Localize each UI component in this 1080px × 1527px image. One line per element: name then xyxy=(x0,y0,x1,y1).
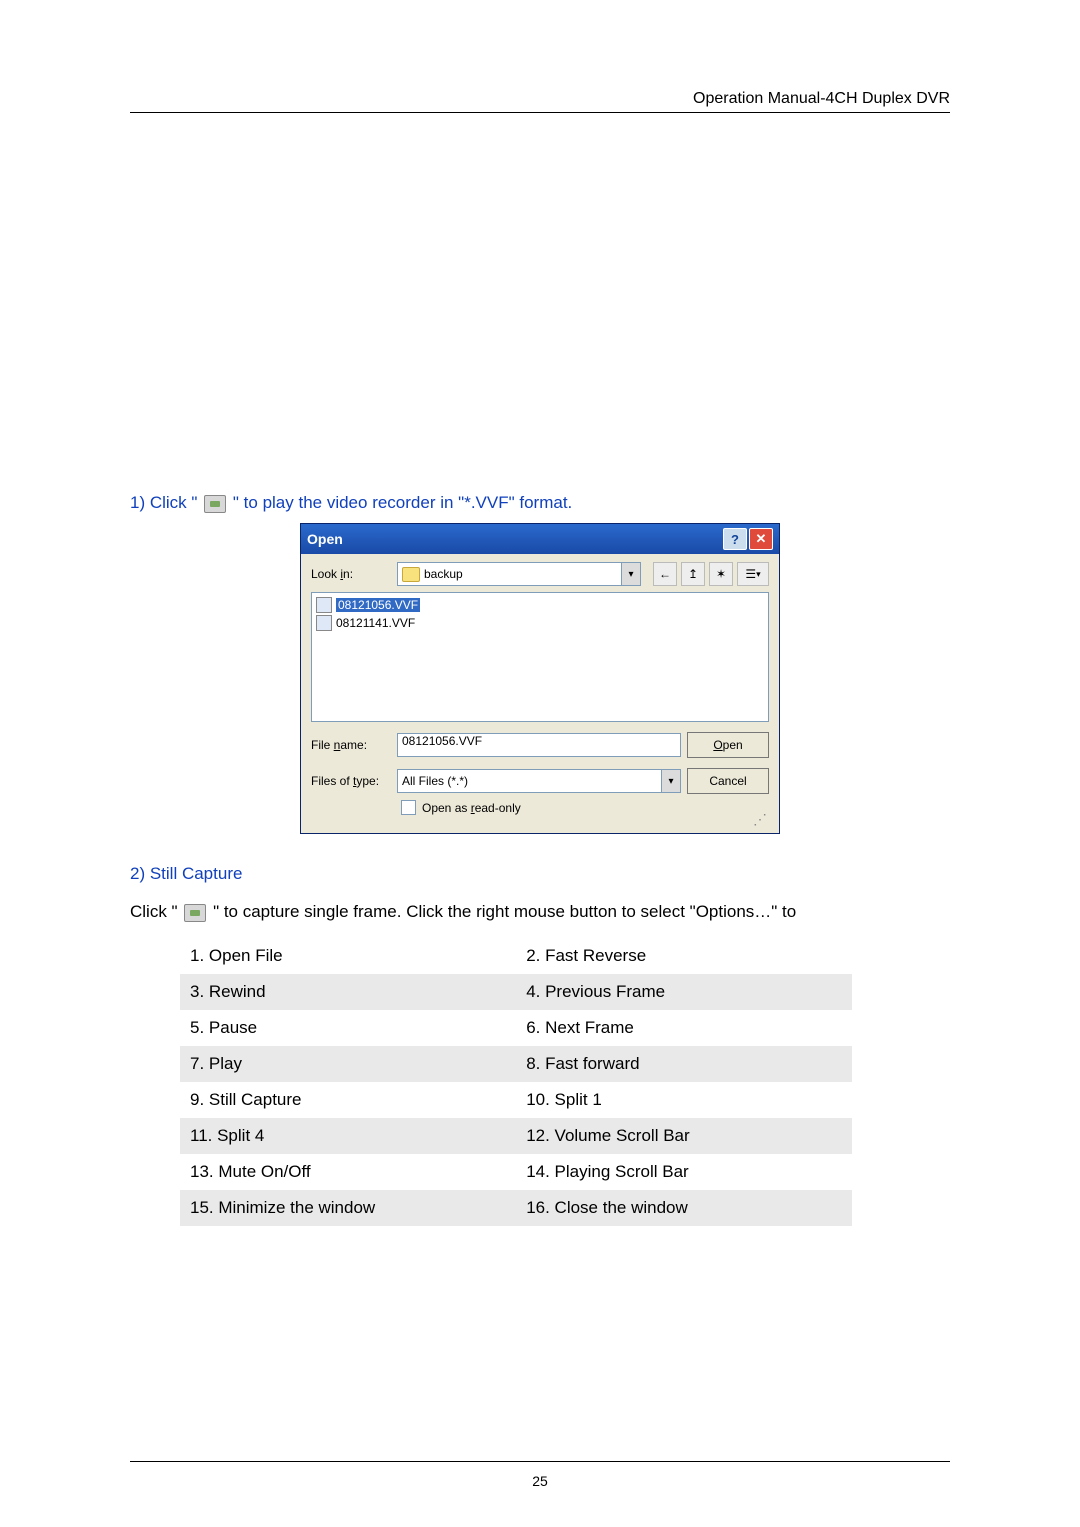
file-icon xyxy=(316,615,332,631)
step1-suffix: " to play the video recorder in "*.VVF" … xyxy=(233,493,572,512)
read-only-label: Open as read-only xyxy=(422,801,521,815)
new-folder-button[interactable]: ✶ xyxy=(709,562,733,586)
feature-table: 1. Open File 2. Fast Reverse 3. Rewind 4… xyxy=(180,938,852,1226)
step1-text: 1) Click " " to play the video recorder … xyxy=(130,493,950,513)
file-item[interactable]: 08121056.VVF xyxy=(316,597,764,613)
file-name-input[interactable]: 08121056.VVF xyxy=(397,733,681,757)
file-item[interactable]: 08121141.VVF xyxy=(316,615,764,631)
file-name-input-value: 08121056.VVF xyxy=(402,734,482,748)
body-prefix: Click " xyxy=(130,902,178,921)
document-page: Operation Manual-4CH Duplex DVR 1) Click… xyxy=(0,0,1080,1527)
open-button[interactable]: Open xyxy=(687,732,769,758)
file-name: 08121141.VVF xyxy=(336,616,415,630)
page-header: Operation Manual-4CH Duplex DVR xyxy=(130,90,950,113)
step2-heading: 2) Still Capture xyxy=(130,864,950,884)
table-row: 13. Mute On/Off 14. Playing Scroll Bar xyxy=(180,1154,852,1190)
view-menu-button[interactable]: ☰▾ xyxy=(737,562,769,586)
feature-cell: 8. Fast forward xyxy=(516,1046,852,1082)
feature-cell: 7. Play xyxy=(180,1046,516,1082)
table-row: 3. Rewind 4. Previous Frame xyxy=(180,974,852,1010)
feature-cell: 13. Mute On/Off xyxy=(180,1154,516,1190)
look-in-value: backup xyxy=(424,567,463,581)
feature-cell: 3. Rewind xyxy=(180,974,516,1010)
file-type-value: All Files (*.*) xyxy=(402,774,468,788)
dialog-title-text: Open xyxy=(307,531,343,547)
table-row: 9. Still Capture 10. Split 1 xyxy=(180,1082,852,1118)
file-icon xyxy=(316,597,332,613)
file-type-combo[interactable]: All Files (*.*) xyxy=(397,769,681,793)
arrow-left-icon: ← xyxy=(659,567,671,581)
look-in-combo[interactable]: backup xyxy=(397,562,641,586)
table-row: 7. Play 8. Fast forward xyxy=(180,1046,852,1082)
cancel-button[interactable]: Cancel xyxy=(687,768,769,794)
capture-icon xyxy=(184,904,206,922)
file-list[interactable]: 08121056.VVF 08121141.VVF xyxy=(311,592,769,722)
close-button[interactable]: ✕ xyxy=(749,528,773,550)
help-button[interactable]: ? xyxy=(723,528,747,550)
header-title: Operation Manual-4CH Duplex DVR xyxy=(693,90,950,107)
folder-icon xyxy=(402,567,420,582)
folder-up-icon: ↥ xyxy=(688,567,698,581)
look-in-label: Look in: xyxy=(311,567,391,581)
close-icon: ✕ xyxy=(756,531,767,547)
help-icon: ? xyxy=(731,532,739,547)
feature-cell: 6. Next Frame xyxy=(516,1010,852,1046)
page-number: 25 xyxy=(0,1473,1080,1489)
dialog-body: Look in: backup ← ↥ ✶ ☰▾ xyxy=(301,554,779,833)
table-row: 5. Pause 6. Next Frame xyxy=(180,1010,852,1046)
body-paragraph: Click " " to capture single frame. Click… xyxy=(130,902,950,922)
file-type-label: Files of type: xyxy=(311,774,391,788)
open-file-icon xyxy=(204,495,226,513)
cancel-button-label: Cancel xyxy=(709,774,746,788)
file-name-label: File name: xyxy=(311,738,391,752)
read-only-checkbox[interactable] xyxy=(401,800,416,815)
feature-cell: 11. Split 4 xyxy=(180,1118,516,1154)
feature-cell: 9. Still Capture xyxy=(180,1082,516,1118)
dialog-titlebar: Open ? ✕ xyxy=(301,524,779,554)
feature-cell: 5. Pause xyxy=(180,1010,516,1046)
feature-cell: 2. Fast Reverse xyxy=(516,938,852,974)
chevron-down-icon[interactable] xyxy=(621,563,640,585)
table-row: 15. Minimize the window 16. Close the wi… xyxy=(180,1190,852,1226)
feature-cell: 12. Volume Scroll Bar xyxy=(516,1118,852,1154)
feature-cell: 15. Minimize the window xyxy=(180,1190,516,1226)
open-dialog: Open ? ✕ Look in: backup ← ↥ ✶ ☰▾ xyxy=(300,523,780,834)
step1-prefix: 1) Click " xyxy=(130,493,197,512)
up-one-level-button[interactable]: ↥ xyxy=(681,562,705,586)
back-button[interactable]: ← xyxy=(653,562,677,586)
table-row: 11. Split 4 12. Volume Scroll Bar xyxy=(180,1118,852,1154)
feature-cell: 14. Playing Scroll Bar xyxy=(516,1154,852,1190)
footer-rule xyxy=(130,1461,950,1462)
resize-grip-icon[interactable]: ⋰ xyxy=(311,815,769,823)
table-row: 1. Open File 2. Fast Reverse xyxy=(180,938,852,974)
feature-cell: 1. Open File xyxy=(180,938,516,974)
new-folder-icon: ✶ xyxy=(716,567,726,581)
body-suffix: " to capture single frame. Click the rig… xyxy=(213,902,796,921)
feature-cell: 4. Previous Frame xyxy=(516,974,852,1010)
feature-cell: 16. Close the window xyxy=(516,1190,852,1226)
feature-cell: 10. Split 1 xyxy=(516,1082,852,1118)
view-icon: ☰ xyxy=(745,567,756,581)
file-name: 08121056.VVF xyxy=(336,598,420,612)
chevron-down-icon[interactable] xyxy=(661,770,680,792)
chevron-down-icon: ▾ xyxy=(756,569,761,580)
